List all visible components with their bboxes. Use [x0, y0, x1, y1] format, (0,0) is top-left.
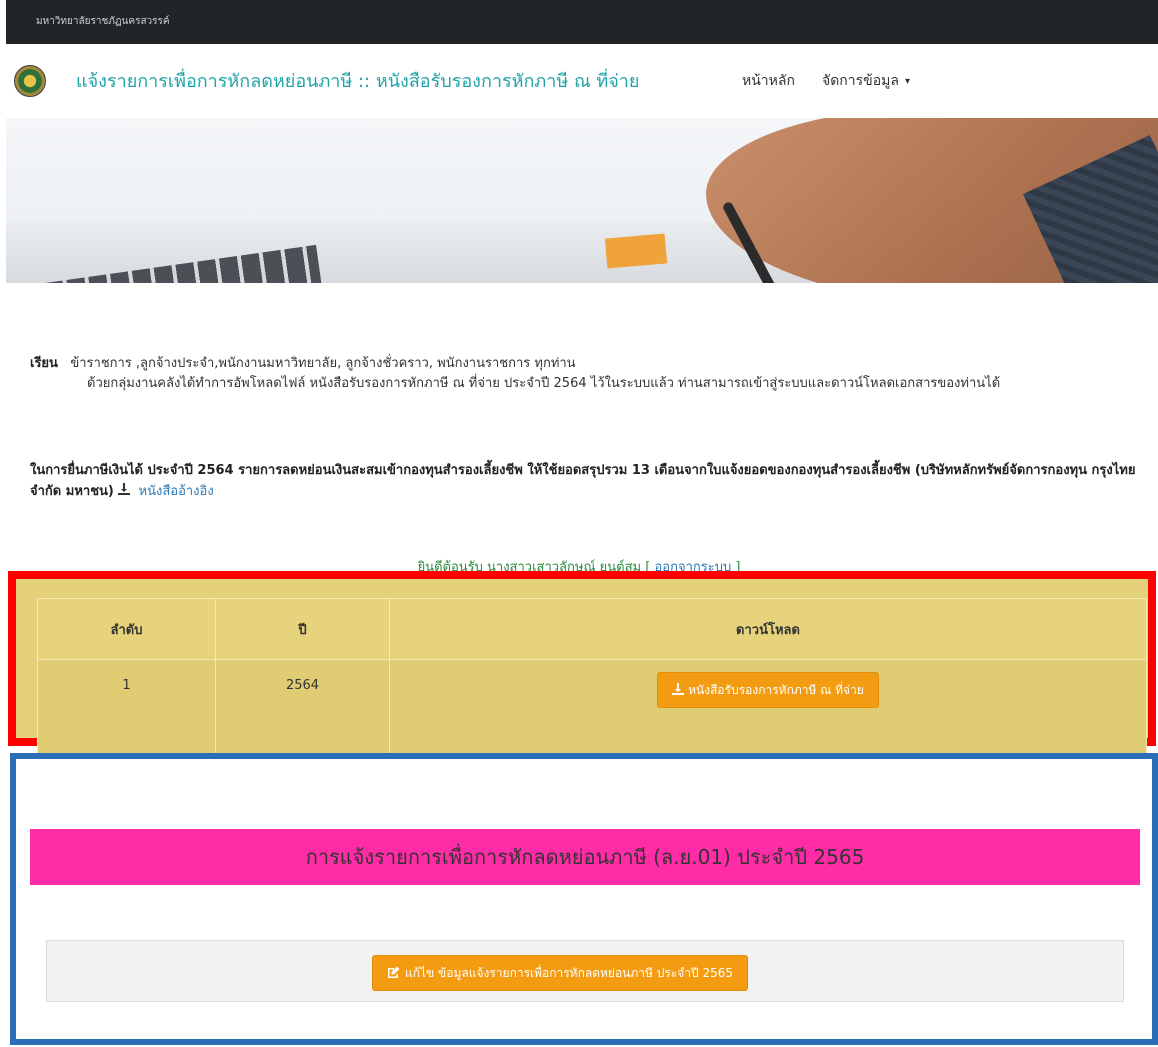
edit-icon: [388, 966, 400, 978]
download-icon: [672, 683, 685, 695]
cell-year: 2564: [215, 659, 390, 758]
university-logo[interactable]: [14, 65, 46, 97]
table-header-row: ลำดับ ปี ดาวน์โหลด: [37, 598, 1147, 660]
announcement-body: ด้วยกลุ่มงานคลังได้ทำการอัพโหลดไฟล์ หนัง…: [87, 376, 1001, 391]
nav-manage-label: จัดการข้อมูล: [822, 73, 899, 89]
nav-manage-dropdown[interactable]: จัดการข้อมูล ▾: [822, 70, 910, 92]
download-section-highlight: ลำดับ ปี ดาวน์โหลด 1 2564 หนังสือรับรองก…: [8, 571, 1156, 758]
announcement-line: เรียน ข้าราชการ ,ลูกจ้างประจำ,พนักงานมหา…: [30, 354, 1140, 374]
header-year: ปี: [215, 598, 390, 660]
download-certificate-button[interactable]: หนังสือรับรองการหักภาษี ณ ที่จ่าย: [657, 672, 879, 708]
banner-sticky-note: [604, 233, 668, 269]
ly01-section-highlight: การแจ้งรายการเพื่อการหักลดหย่อนภาษี (ล.ย…: [10, 753, 1158, 1045]
edit-ly01-button[interactable]: แก้ไข ข้อมูลแจ้งรายการเพื่อการหักลดหย่อน…: [372, 955, 748, 991]
header-download: ดาวน์โหลด: [389, 598, 1147, 660]
tax-notice: ในการยื่นภาษีเงินได้ ประจำปี 2564 รายการ…: [30, 460, 1140, 502]
site-title[interactable]: แจ้งรายการเพื่อการหักลดหย่อนภาษี :: หนัง…: [76, 66, 639, 95]
ly01-panel: แก้ไข ข้อมูลแจ้งรายการเพื่อการหักลดหย่อน…: [46, 940, 1124, 1002]
caret-down-icon: ▾: [904, 75, 910, 87]
download-icon: [118, 483, 134, 499]
table-row: 1 2564 หนังสือรับรองการหักภาษี ณ ที่จ่าย: [37, 659, 1147, 758]
header-no: ลำดับ: [37, 598, 216, 660]
nav-home-link[interactable]: หน้าหลัก: [742, 70, 795, 92]
download-certificate-label: หนังสือรับรองการหักภาษี ณ ที่จ่าย: [688, 683, 864, 697]
header-banner-image: [6, 118, 1158, 283]
top-bar: มหาวิทยาลัยราชภัฏนครสวรรค์: [6, 0, 1158, 44]
download-table: ลำดับ ปี ดาวน์โหลด 1 2564 หนังสือรับรองก…: [37, 598, 1147, 758]
announcement-addressees: ข้าราชการ ,ลูกจ้างประจำ,พนักงานมหาวิทยาล…: [70, 356, 576, 371]
cell-download: หนังสือรับรองการหักภาษี ณ ที่จ่าย: [389, 659, 1147, 758]
nav-home-label: หน้าหลัก: [742, 73, 795, 89]
cell-no: 1: [37, 659, 216, 758]
university-name: มหาวิทยาลัยราชภัฏนครสวรรค์: [36, 16, 170, 27]
reference-link-label: หนังสืออ้างอิง: [138, 484, 214, 499]
announcement-lead: เรียน: [30, 356, 58, 371]
announcement: เรียน ข้าราชการ ,ลูกจ้างประจำ,พนักงานมหา…: [30, 354, 1140, 394]
reference-link[interactable]: หนังสืออ้างอิง: [118, 483, 214, 499]
edit-ly01-label: แก้ไข ข้อมูลแจ้งรายการเพื่อการหักลดหย่อน…: [405, 966, 733, 980]
ly01-heading: การแจ้งรายการเพื่อการหักลดหย่อนภาษี (ล.ย…: [30, 829, 1140, 885]
navbar: แจ้งรายการเพื่อการหักลดหย่อนภาษี :: หนัง…: [6, 44, 1158, 118]
